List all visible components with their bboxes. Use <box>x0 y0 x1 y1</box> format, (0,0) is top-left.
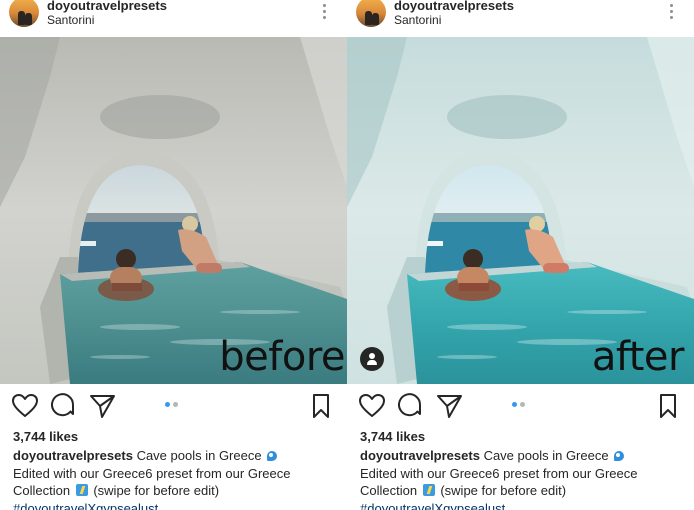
caption-username[interactable]: doyoutravelpresets <box>360 448 480 463</box>
caption-text-1: Cave pools in Greece <box>483 448 609 463</box>
caption-text-4: (swipe for before edit) <box>93 483 220 498</box>
cave-pool-photo <box>0 37 347 384</box>
carousel-indicator <box>512 402 528 408</box>
cave-pool-photo <box>347 37 694 384</box>
wave-emoji-icon <box>613 449 625 461</box>
bookmark-icon[interactable] <box>307 392 335 420</box>
action-bar <box>347 392 694 422</box>
caption-text-2: Edited with our Greece6 preset from our … <box>13 465 291 481</box>
caption-text-4: (swipe for before edit) <box>440 483 567 498</box>
caption-text-1: Cave pools in Greece <box>136 448 262 463</box>
caption-hashtag[interactable]: #doyoutravelXgypsealust <box>13 501 158 510</box>
heart-icon[interactable] <box>358 392 386 420</box>
post-photo[interactable]: after <box>347 37 694 384</box>
post-username[interactable]: doyoutravelpresets <box>394 0 514 13</box>
more-vertical-icon[interactable] <box>668 4 674 20</box>
avatar[interactable] <box>9 0 39 27</box>
wave-emoji-icon <box>266 449 278 461</box>
caption-username[interactable]: doyoutravelpresets <box>13 448 133 463</box>
likes-count[interactable]: 3,744 likes <box>360 429 425 444</box>
comment-icon[interactable] <box>396 392 424 420</box>
post-caption: doyoutravelpresets Cave pools in Greece … <box>360 447 690 510</box>
carousel-indicator <box>165 402 181 408</box>
after-label: after <box>591 334 685 380</box>
comment-icon[interactable] <box>49 392 77 420</box>
post-header: doyoutravelpresets Santorini <box>0 0 347 37</box>
post-before: doyoutravelpresets Santorini before 3,74… <box>0 0 347 510</box>
heart-icon[interactable] <box>11 392 39 420</box>
caption-hashtag[interactable]: #doyoutravelXgypsealust <box>360 501 505 510</box>
bookmark-icon[interactable] <box>654 392 682 420</box>
post-location[interactable]: Santorini <box>47 13 94 27</box>
more-vertical-icon[interactable] <box>321 4 327 20</box>
post-after: doyoutravelpresets Santorini after 3,744… <box>347 0 694 510</box>
post-photo[interactable]: before <box>0 37 347 384</box>
caption-text-3: Collection <box>360 483 418 498</box>
paper-plane-icon[interactable] <box>436 392 464 420</box>
caption-text-2: Edited with our Greece6 preset from our … <box>360 465 638 481</box>
post-username[interactable]: doyoutravelpresets <box>47 0 167 13</box>
post-caption: doyoutravelpresets Cave pools in Greece … <box>13 447 343 510</box>
user-tag-icon[interactable] <box>360 347 384 371</box>
post-header: doyoutravelpresets Santorini <box>347 0 694 37</box>
avatar[interactable] <box>356 0 386 27</box>
post-location[interactable]: Santorini <box>394 13 441 27</box>
action-bar <box>0 392 347 422</box>
lightning-emoji-icon <box>422 484 435 496</box>
caption-text-3: Collection <box>13 483 71 498</box>
before-label: before <box>219 334 345 380</box>
likes-count[interactable]: 3,744 likes <box>13 429 78 444</box>
lightning-emoji-icon <box>75 484 88 496</box>
paper-plane-icon[interactable] <box>89 392 117 420</box>
